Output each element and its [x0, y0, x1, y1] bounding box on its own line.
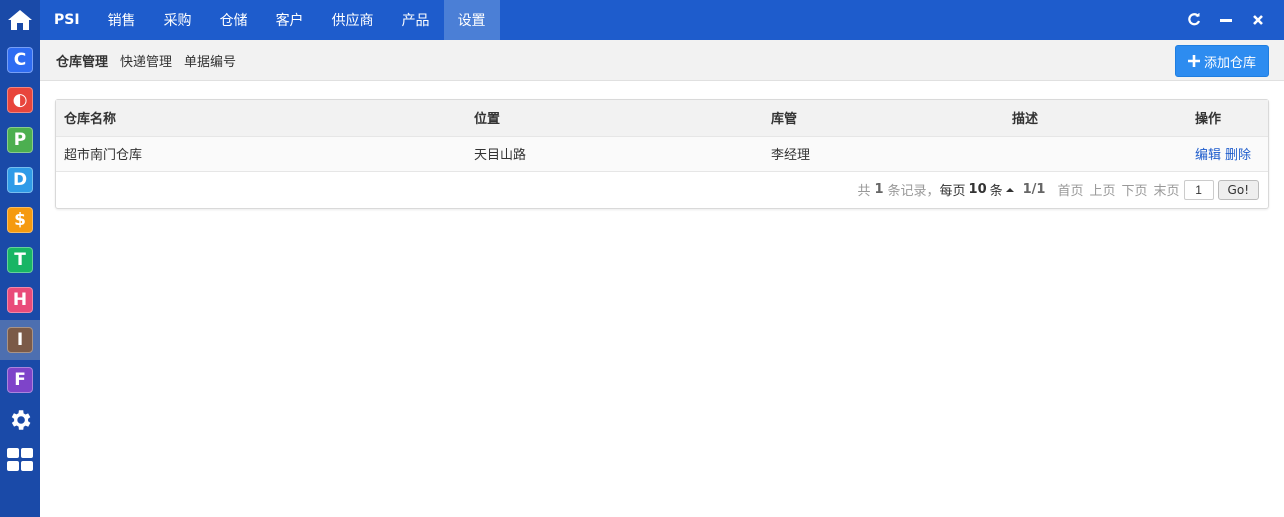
- sidebar-app-6[interactable]: H: [0, 280, 40, 320]
- sidebar-app-7[interactable]: I: [0, 320, 40, 360]
- edit-link[interactable]: 编辑: [1195, 148, 1221, 163]
- table-row: 超市南门仓库 天目山路 李经理 编辑 删除: [56, 136, 1268, 171]
- top-nav-bar: PSI 销售 采购 仓储 客户 供应商 产品 设置: [40, 0, 1284, 40]
- sidebar-app-0[interactable]: C: [0, 40, 40, 80]
- close-button[interactable]: [1248, 10, 1268, 30]
- app-i-icon: I: [7, 327, 33, 353]
- nav-warehouse[interactable]: 仓储: [206, 0, 262, 40]
- main-content: 仓库名称 位置 库管 描述 操作 超市南门仓库 天目山路 李经理 编辑 删除 共…: [55, 99, 1269, 209]
- col-header-manager: 库管: [771, 112, 798, 128]
- per-page-suffix: 条: [989, 184, 1003, 199]
- app-s-icon: $: [7, 207, 33, 233]
- add-warehouse-label: 添加仓库: [1203, 55, 1256, 71]
- page-number-input[interactable]: [1183, 179, 1214, 200]
- main-nav: PSI 销售 采购 仓储 客户 供应商 产品 设置: [40, 0, 500, 40]
- app-p-icon: P: [7, 127, 33, 153]
- sidebar-app-1[interactable]: ◐: [0, 80, 40, 120]
- cell-desc: [1004, 136, 1187, 171]
- app-h-icon: H: [7, 287, 33, 313]
- pagination: 共 1 条记录， 每页 10 条 1/1 首页 上页 下页 末页 Go!: [56, 172, 1268, 208]
- app-sidebar: C ◐ P D $ T H I F: [0, 0, 40, 517]
- cell-location: 天目山路: [474, 148, 527, 163]
- page-info: 1/1: [1022, 182, 1046, 197]
- nav-purchase[interactable]: 采购: [150, 0, 206, 40]
- nav-customer[interactable]: 客户: [262, 0, 318, 40]
- last-page-link[interactable]: 末页: [1154, 180, 1180, 199]
- refresh-icon: [1188, 13, 1201, 26]
- first-page-link[interactable]: 首页: [1057, 180, 1083, 199]
- next-page-link[interactable]: 下页: [1122, 180, 1148, 199]
- total-prefix: 共: [857, 184, 871, 199]
- add-warehouse-button[interactable]: 添加仓库: [1174, 45, 1269, 77]
- refresh-button[interactable]: [1184, 10, 1204, 30]
- subnav-warehouse-mgmt[interactable]: 仓库管理: [56, 51, 108, 70]
- brand-psi[interactable]: PSI: [40, 0, 94, 40]
- minimize-button[interactable]: [1216, 10, 1236, 30]
- app-t-icon: T: [7, 247, 33, 273]
- subnav-doc-number[interactable]: 单据编号: [184, 51, 236, 70]
- col-header-ops: 操作: [1195, 112, 1222, 128]
- subnav-express-mgmt[interactable]: 快递管理: [120, 51, 172, 70]
- col-header-name: 仓库名称: [64, 112, 117, 128]
- settings-subnav: 仓库管理 快递管理 单据编号: [40, 51, 236, 70]
- sidebar-app-5[interactable]: T: [0, 240, 40, 280]
- delete-link[interactable]: 删除: [1225, 148, 1251, 163]
- cell-name: 超市南门仓库: [64, 148, 143, 163]
- go-button[interactable]: Go!: [1217, 179, 1259, 200]
- warehouse-table-panel: 仓库名称 位置 库管 描述 操作 超市南门仓库 天目山路 李经理 编辑 删除 共…: [55, 99, 1269, 209]
- close-icon: [1253, 15, 1263, 25]
- per-page-value[interactable]: 10: [969, 182, 987, 197]
- settings-button[interactable]: [0, 400, 40, 440]
- gear-icon: [11, 410, 31, 430]
- minimize-icon: [1220, 19, 1232, 22]
- grid-icon: [7, 448, 33, 471]
- home-icon: [8, 10, 32, 30]
- sidebar-app-4[interactable]: $: [0, 200, 40, 240]
- nav-settings[interactable]: 设置: [443, 0, 500, 40]
- app-d-icon: D: [7, 167, 33, 193]
- sidebar-app-8[interactable]: F: [0, 360, 40, 400]
- total-count: 1: [874, 182, 884, 197]
- window-controls: [1184, 10, 1284, 30]
- table-header-row: 仓库名称 位置 库管 描述 操作: [56, 100, 1268, 136]
- nav-supplier[interactable]: 供应商: [318, 0, 388, 40]
- sidebar-app-3[interactable]: D: [0, 160, 40, 200]
- cell-manager: 李经理: [771, 148, 811, 163]
- plus-icon: [1187, 55, 1200, 67]
- app-o-icon: ◐: [7, 87, 33, 113]
- per-page-prefix: 每页: [939, 184, 966, 199]
- home-button[interactable]: [0, 0, 40, 40]
- col-header-desc: 描述: [1012, 112, 1039, 128]
- warehouse-table: 仓库名称 位置 库管 描述 操作 超市南门仓库 天目山路 李经理 编辑 删除: [56, 100, 1268, 172]
- col-header-location: 位置: [474, 112, 501, 128]
- sub-nav-bar: 仓库管理 快递管理 单据编号 添加仓库: [40, 40, 1284, 81]
- total-suffix: 条记录，: [887, 184, 940, 199]
- nav-sales[interactable]: 销售: [94, 0, 150, 40]
- cell-ops: 编辑 删除: [1187, 136, 1268, 171]
- caret-up-icon[interactable]: [1005, 186, 1015, 194]
- app-f-icon: F: [7, 367, 33, 393]
- nav-product[interactable]: 产品: [388, 0, 444, 40]
- apps-grid-button[interactable]: [0, 440, 40, 480]
- app-c-icon: C: [7, 47, 33, 73]
- sidebar-app-2[interactable]: P: [0, 120, 40, 160]
- prev-page-link[interactable]: 上页: [1090, 180, 1116, 199]
